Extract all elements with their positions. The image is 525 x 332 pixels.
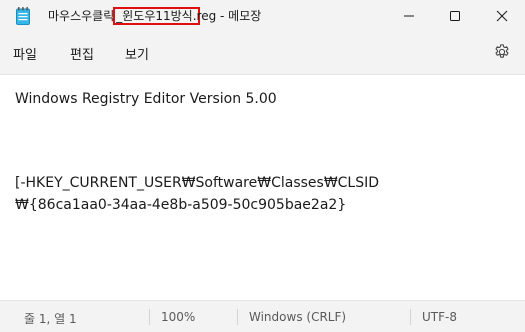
window-title: 마우스우클릭 _윈도우11방식.reg - 메모장 [48, 7, 262, 25]
minimize-icon [404, 15, 414, 17]
menu-view[interactable]: 보기 [125, 44, 149, 63]
encoding[interactable]: UTF-8 [422, 310, 457, 324]
close-icon [496, 10, 508, 22]
line-ending[interactable]: Windows (CRLF) [249, 310, 346, 324]
title-prefix: 마우스우클릭 [48, 9, 115, 23]
text-editor[interactable]: Windows Registry Editor Version 5.00 [-H… [0, 74, 525, 300]
editor-line: [-HKEY_CURRENT_USER₩Software₩Classes₩CLS… [15, 175, 380, 191]
editor-line: ₩{86ca1aa0-34aa-4e8b-a509-50c905bae2a2} [15, 197, 347, 213]
status-divider [149, 309, 150, 325]
status-bar: 줄 1, 열 1 100% Windows (CRLF) UTF-8 [0, 300, 525, 332]
zoom-level[interactable]: 100% [161, 310, 195, 324]
maximize-icon [450, 11, 460, 21]
menu-bar: 파일 편집 보기 [0, 32, 525, 74]
notepad-window: 마우스우클릭 _윈도우11방식.reg - 메모장 파일 편집 보기 Windo… [0, 0, 525, 332]
title-highlight: _윈도우11방식. [113, 7, 200, 25]
menu-edit[interactable]: 편집 [70, 44, 94, 63]
menu-file[interactable]: 파일 [13, 44, 37, 63]
title-bar[interactable]: 마우스우클릭 _윈도우11방식.reg - 메모장 [0, 0, 525, 32]
status-divider [237, 309, 238, 325]
notepad-icon [16, 7, 30, 25]
maximize-button[interactable] [432, 0, 478, 32]
cursor-position: 줄 1, 열 1 [24, 312, 77, 326]
close-button[interactable] [479, 0, 525, 32]
minimize-button[interactable] [386, 0, 432, 32]
status-divider [410, 309, 411, 325]
editor-line: Windows Registry Editor Version 5.00 [15, 91, 277, 107]
title-suffix: reg - 메모장 [196, 9, 262, 23]
gear-icon[interactable] [493, 43, 511, 61]
